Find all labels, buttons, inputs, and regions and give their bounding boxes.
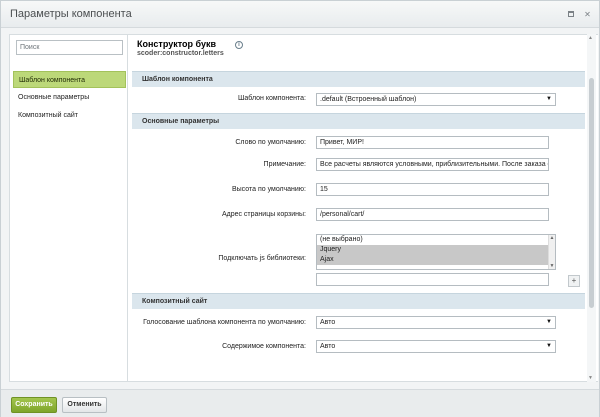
js-lib-option[interactable]: (не выбрано)	[317, 235, 555, 245]
sidebar-item-template[interactable]: Шаблон компонента	[13, 71, 126, 88]
cart-label: Адрес страницы корзины:	[221, 211, 306, 218]
chevron-down-icon: ▼	[546, 319, 552, 325]
close-icon[interactable]: ✕	[583, 10, 592, 19]
default-word-input[interactable]: Привет, МИР!	[316, 136, 549, 149]
sidebar: Шаблон компонента Основные параметры Ком…	[9, 34, 128, 382]
cancel-button[interactable]: Отменить	[62, 397, 107, 413]
info-icon[interactable]: i	[235, 41, 243, 49]
js-lib-extra-input[interactable]	[316, 273, 549, 286]
scrollbar-thumb[interactable]	[589, 78, 594, 308]
js-lib-option[interactable]: Jquery	[317, 245, 555, 255]
cart-input[interactable]: /personal/cart/	[316, 208, 549, 221]
voting-select[interactable]: Авто ▼	[316, 316, 556, 329]
section-main: Основные параметры	[132, 113, 585, 129]
content-label: Содержимое компонента:	[222, 343, 306, 350]
params-content: Конструктор букв scoder:constructor.lett…	[128, 34, 598, 382]
search-input[interactable]	[16, 40, 123, 55]
height-label: Высота по умолчанию:	[231, 186, 306, 193]
note-label: Примечание:	[263, 161, 306, 168]
voting-label: Голосование шаблона компонента по умолча…	[143, 319, 306, 326]
js-libs-label: Подключать js библиотеки:	[218, 255, 306, 262]
default-word-label: Слово по умолчанию:	[235, 139, 306, 146]
scroll-down-icon[interactable]: ▼	[588, 375, 593, 381]
section-template: Шаблон компонента	[132, 71, 585, 87]
note-input[interactable]: Все расчеты являются условными, приблизи…	[316, 158, 549, 171]
height-input[interactable]: 15	[316, 183, 549, 196]
component-title: Конструктор букв	[137, 39, 216, 49]
scroll-up-icon[interactable]: ▲	[549, 235, 555, 241]
scroll-up-icon[interactable]: ▲	[588, 35, 593, 41]
dialog-titlebar[interactable]: Параметры компонента ✕	[1, 1, 599, 28]
template-select[interactable]: .default (Встроенный шаблон) ▼	[316, 93, 556, 106]
voting-select-value: Авто	[320, 319, 336, 326]
js-libs-multiselect[interactable]: (не выбрано) Jquery Ajax ▲ ▼	[316, 234, 556, 270]
chevron-down-icon: ▼	[546, 96, 552, 102]
sidebar-nav: Шаблон компонента Основные параметры Ком…	[13, 71, 126, 125]
content-select-value: Авто	[320, 343, 336, 350]
add-lib-button[interactable]: +	[568, 275, 580, 287]
content-scrollbar[interactable]: ▲ ▼	[587, 34, 596, 382]
template-label: Шаблон компонента:	[238, 95, 306, 102]
component-code: scoder:constructor.letters	[137, 50, 224, 57]
scroll-down-icon[interactable]: ▼	[549, 263, 555, 269]
save-button[interactable]: Сохранить	[11, 397, 57, 413]
content-select[interactable]: Авто ▼	[316, 340, 556, 353]
sidebar-item-composite[interactable]: Композитный сайт	[13, 107, 126, 124]
chevron-down-icon: ▼	[546, 343, 552, 349]
component-params-dialog: Параметры компонента ✕ Шаблон компонента…	[0, 0, 600, 417]
section-composite: Композитный сайт	[132, 293, 585, 309]
dialog-title: Параметры компонента	[10, 8, 132, 20]
sidebar-item-main-params[interactable]: Основные параметры	[13, 89, 126, 106]
template-select-value: .default (Встроенный шаблон)	[320, 96, 417, 103]
js-lib-option[interactable]: Ajax	[317, 255, 555, 265]
dialog-footer: Сохранить Отменить	[1, 389, 599, 417]
maximize-icon[interactable]	[567, 10, 576, 19]
listbox-scrollbar[interactable]: ▲ ▼	[548, 235, 555, 269]
